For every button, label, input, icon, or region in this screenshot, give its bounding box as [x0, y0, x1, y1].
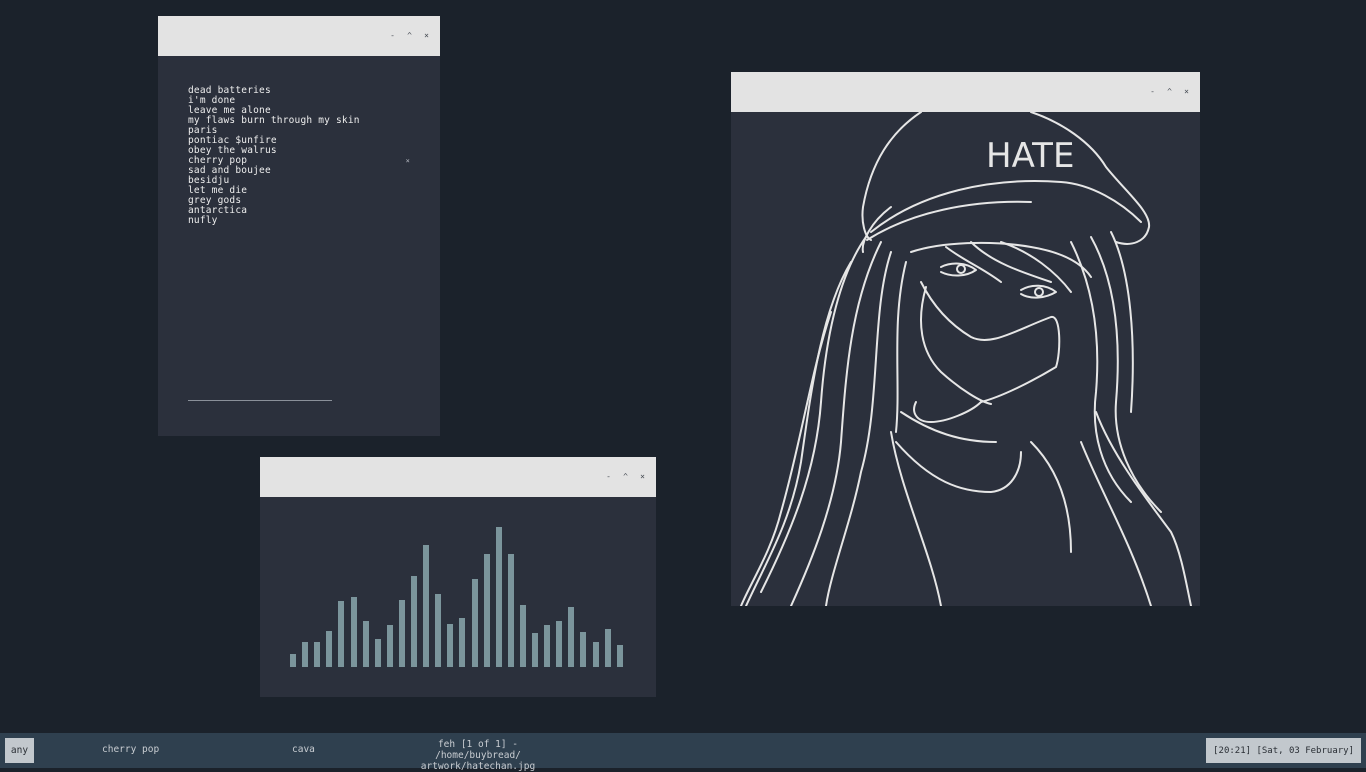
spectrum-bar — [302, 642, 308, 667]
visualizer-titlebar[interactable]: - ^ × — [260, 457, 656, 497]
spectrum-bar — [411, 576, 417, 667]
audio-visualizer-window: - ^ × — [260, 457, 656, 697]
taskbar-item-player[interactable]: cherry pop — [102, 744, 159, 755]
spectrum-bar — [593, 642, 599, 667]
spectrum-bar — [326, 631, 332, 667]
close-icon[interactable]: × — [1181, 85, 1192, 99]
playlist-item[interactable]: my flaws burn through my skin — [188, 116, 410, 126]
spectrum-bar — [484, 554, 490, 667]
close-icon[interactable]: × — [421, 29, 432, 43]
spectrum-bar — [399, 600, 405, 667]
playlist-item[interactable]: nufly — [188, 216, 410, 226]
spectrum-bar — [580, 632, 586, 667]
image-viewer-window: - ^ × — [731, 72, 1200, 606]
minimize-icon[interactable]: - — [1147, 85, 1158, 99]
taskbar-item-cava[interactable]: cava — [292, 744, 315, 755]
close-icon[interactable]: × — [637, 470, 648, 484]
spectrum-bar — [375, 639, 381, 667]
spectrum-bar — [338, 601, 344, 667]
cap-logo-text: HATE — [986, 136, 1074, 176]
spectrum-bar — [351, 597, 357, 667]
maximize-icon[interactable]: ^ — [404, 29, 415, 43]
spectrum-bar — [617, 645, 623, 667]
spectrum-bar — [568, 607, 574, 667]
spectrum-bar — [290, 654, 296, 667]
spectrum-bar — [556, 621, 562, 667]
status-bar: any cherry pop cava feh [1 of 1] - /home… — [0, 733, 1366, 768]
player-titlebar[interactable]: - ^ × — [158, 16, 440, 56]
spectrum-bar — [435, 594, 441, 667]
spectrum-bar — [508, 554, 514, 667]
maximize-icon[interactable]: ^ — [620, 470, 631, 484]
spectrum-bar — [496, 527, 502, 667]
spectrum-bar — [605, 629, 611, 667]
workspace-tag[interactable]: any — [5, 738, 34, 763]
artwork-image: HATE — [731, 112, 1200, 606]
taskbar-item-feh[interactable]: feh [1 of 1] - /home/buybread/ artwork/h… — [400, 739, 556, 772]
playlist: dead batteries i'm done leave me alone m… — [188, 86, 410, 226]
spectrum-bar — [544, 625, 550, 667]
spectrum-bar — [520, 605, 526, 667]
maximize-icon[interactable]: ^ — [1164, 85, 1175, 99]
spectrum-bar — [423, 545, 429, 667]
spectrum-bar — [472, 579, 478, 667]
spectrum-bar — [447, 624, 453, 667]
spectrum-bars — [260, 497, 656, 697]
viewer-titlebar[interactable]: - ^ × — [731, 72, 1200, 112]
sketch-girl-illustration: HATE — [731, 112, 1200, 606]
spectrum-bar — [387, 625, 393, 667]
spectrum-bar — [363, 621, 369, 667]
spectrum-bar — [459, 618, 465, 667]
spectrum-bar — [314, 642, 320, 667]
spectrum-bar — [532, 633, 538, 667]
playlist-item[interactable]: antarctica — [188, 206, 410, 216]
minimize-icon[interactable]: - — [387, 29, 398, 43]
music-player-window: - ^ × dead batteries i'm done leave me a… — [158, 16, 440, 436]
clock-date: [20:21] [Sat, 03 February] — [1206, 738, 1361, 763]
minimize-icon[interactable]: - — [603, 470, 614, 484]
now-playing-marker: × — [406, 156, 410, 166]
progress-bar[interactable] — [188, 400, 332, 401]
